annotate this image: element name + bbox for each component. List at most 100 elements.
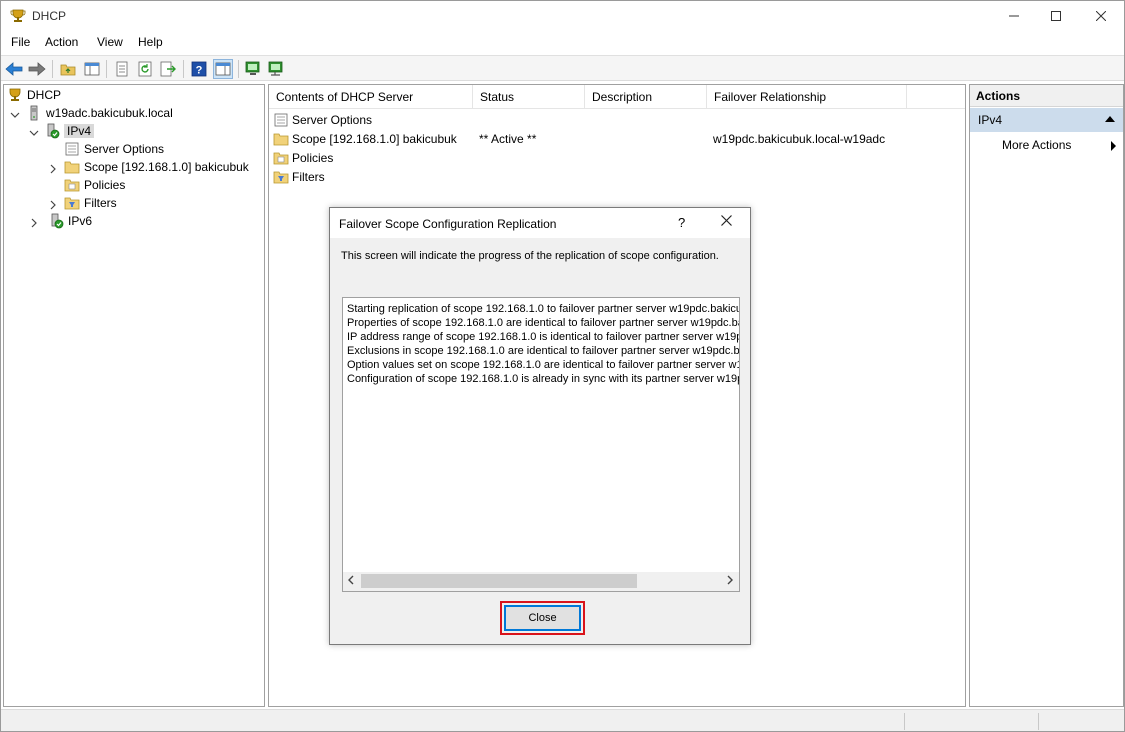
scroll-left-icon[interactable]: [347, 575, 355, 588]
dhcp-window: DHCP File Action View Help ? DHCP w19adc…: [0, 0, 1125, 732]
display-statistics-button[interactable]: [243, 59, 263, 79]
filters-folder-icon: [64, 197, 80, 210]
export-list-button[interactable]: [158, 59, 178, 79]
forward-arrow-icon: [28, 62, 46, 76]
toolbar-separator: [106, 60, 107, 78]
actions-group-ipv4[interactable]: IPv4: [970, 108, 1123, 132]
expand-ipv6-toggle[interactable]: [29, 218, 39, 228]
tree-node-ipv4[interactable]: IPv4: [44, 122, 95, 140]
dialog-description: This screen will indicate the progress o…: [341, 250, 719, 262]
tree-node-scope[interactable]: Scope [192.168.1.0] bakicubuk: [64, 158, 249, 176]
expand-scope-toggle[interactable]: [48, 164, 58, 174]
scroll-thumb[interactable]: [361, 574, 637, 588]
close-window-button[interactable]: [1078, 1, 1124, 31]
action-pane-icon: [215, 62, 231, 76]
column-header-failover[interactable]: Failover Relationship: [707, 85, 907, 109]
refresh-icon: [138, 61, 152, 77]
monitor-network-icon: [268, 61, 283, 76]
chevron-down-icon: [10, 112, 20, 118]
expand-server-toggle[interactable]: [10, 110, 20, 120]
show-hide-tree-button[interactable]: [82, 59, 102, 79]
console-tree-icon: [84, 62, 100, 76]
window-title: DHCP: [32, 9, 67, 23]
help-button[interactable]: ?: [189, 59, 209, 79]
help-icon: ?: [191, 61, 207, 77]
tree-node-ipv6[interactable]: IPv6: [48, 212, 92, 230]
column-header-status[interactable]: Status: [473, 85, 585, 109]
toolbar-separator: [238, 60, 239, 78]
column-header-description[interactable]: Description: [585, 85, 707, 109]
menu-bar: File Action View Help: [1, 32, 1124, 54]
more-actions-link[interactable]: More Actions: [1002, 138, 1071, 152]
list-item[interactable]: Scope [192.168.1.0] bakicubuk ** Active …: [273, 130, 963, 149]
scroll-right-icon[interactable]: [726, 575, 734, 588]
server-options-icon: [274, 113, 288, 127]
log-line: Starting replication of scope 192.168.1.…: [347, 303, 740, 315]
back-button[interactable]: [4, 59, 24, 79]
folder-icon: [273, 133, 289, 146]
log-line: Properties of scope 192.168.1.0 are iden…: [347, 317, 740, 329]
tree-node-server-options[interactable]: Server Options: [64, 140, 164, 158]
policies-folder-icon: [273, 152, 289, 165]
tree-node-dhcp[interactable]: DHCP: [7, 86, 61, 104]
tree-label: w19adc.bakicubuk.local: [46, 106, 173, 120]
toolbar-separator: [52, 60, 53, 78]
menu-action[interactable]: Action: [45, 35, 78, 49]
menu-file[interactable]: File: [11, 35, 30, 49]
ipv4-node-icon: [47, 123, 60, 139]
tree-node-policies[interactable]: Policies: [64, 176, 125, 194]
back-arrow-icon: [5, 62, 23, 76]
forward-button[interactable]: [27, 59, 47, 79]
dialog-close-button[interactable]: [721, 213, 732, 231]
refresh-button[interactable]: [135, 59, 155, 79]
replication-log[interactable]: Starting replication of scope 192.168.1.…: [342, 297, 740, 592]
title-bar: DHCP: [1, 1, 1124, 31]
dialog-title: Failover Scope Configuration Replication: [339, 217, 557, 231]
policies-folder-icon: [64, 179, 80, 192]
submenu-arrow-icon: [1111, 141, 1116, 151]
toolbar-separator: [183, 60, 184, 78]
column-header-contents[interactable]: Contents of DHCP Server: [269, 85, 473, 109]
expand-ipv4-toggle[interactable]: [29, 128, 39, 138]
export-icon: [160, 61, 176, 77]
menu-view[interactable]: View: [97, 35, 123, 49]
expand-filters-toggle[interactable]: [48, 200, 58, 210]
close-icon: [721, 215, 732, 226]
item-name: Server Options: [292, 113, 373, 127]
ipv6-node-icon: [51, 213, 64, 229]
dialog-help-button[interactable]: ?: [678, 215, 685, 230]
horizontal-scrollbar[interactable]: [343, 572, 739, 591]
status-separator: [1038, 713, 1039, 730]
properties-icon: [116, 61, 128, 77]
show-action-pane-button[interactable]: [213, 59, 233, 79]
server-connection-button[interactable]: [266, 59, 286, 79]
properties-button[interactable]: [112, 59, 132, 79]
log-line: IP address range of scope 192.168.1.0 is…: [347, 331, 740, 343]
tree-label: Filters: [84, 196, 117, 210]
menu-help[interactable]: Help: [138, 35, 163, 49]
actions-pane: Actions IPv4 More Actions: [969, 84, 1124, 707]
list-item[interactable]: Policies: [273, 149, 963, 168]
up-level-button[interactable]: [58, 59, 78, 79]
maximize-icon: [1051, 11, 1061, 21]
minimize-button[interactable]: [991, 1, 1037, 31]
tree-node-server[interactable]: w19adc.bakicubuk.local: [26, 104, 173, 122]
status-separator: [904, 713, 905, 730]
close-button[interactable]: Close: [504, 605, 581, 631]
list-item[interactable]: Filters: [273, 168, 963, 187]
actions-group-label: IPv4: [978, 113, 1003, 127]
chevron-down-icon: [29, 130, 39, 136]
log-line: Exclusions in scope 192.168.1.0 are iden…: [347, 345, 740, 357]
server-icon: [30, 105, 38, 121]
chevron-right-icon: [31, 218, 37, 228]
item-failover: w19pdc.bakicubuk.local-w19adc: [713, 132, 886, 146]
console-tree: DHCP w19adc.bakicubuk.local IPv4 Server …: [3, 84, 265, 707]
item-status: ** Active **: [479, 132, 537, 146]
list-item[interactable]: Server Options: [273, 111, 963, 130]
maximize-button[interactable]: [1033, 1, 1079, 31]
tree-label: IPv6: [68, 214, 93, 228]
item-name: Filters: [292, 170, 325, 184]
tree-label: IPv4: [64, 124, 95, 138]
tree-node-filters[interactable]: Filters: [64, 194, 117, 212]
log-line: Option values set on scope 192.168.1.0 a…: [347, 359, 740, 371]
